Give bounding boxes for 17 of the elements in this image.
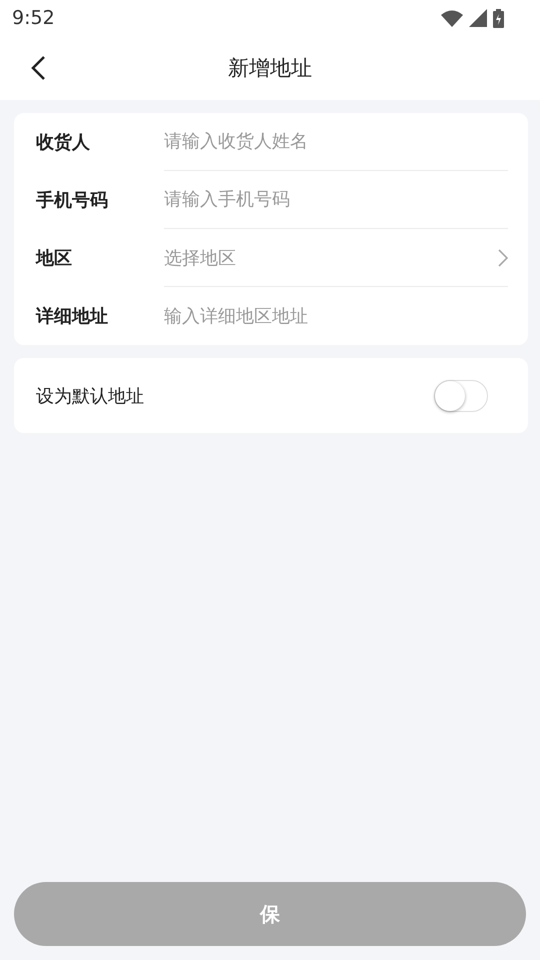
region-select[interactable]: 选择地区	[164, 229, 508, 286]
field-label: 地区	[36, 247, 73, 270]
page-title: 新增地址	[228, 55, 312, 82]
default-address-switch[interactable]	[434, 380, 488, 412]
field-label: 收货人	[36, 131, 91, 154]
input-field[interactable]: 输入详细地区地址	[164, 306, 508, 326]
wifi-icon	[441, 10, 463, 26]
chevron-right-icon	[498, 248, 508, 266]
battery-icon	[493, 8, 504, 28]
field-label: 手机号码	[36, 189, 109, 212]
default-address-label: 设为默认地址	[36, 384, 144, 408]
input-field[interactable]: 请输入收货人姓名	[164, 131, 508, 152]
signal-icon	[469, 9, 487, 27]
status-time: 9:52	[12, 7, 55, 29]
field-label: 详细地址	[36, 305, 109, 328]
input-field[interactable]: 请输入手机号码	[164, 189, 508, 210]
chevron-left-icon	[30, 55, 46, 81]
